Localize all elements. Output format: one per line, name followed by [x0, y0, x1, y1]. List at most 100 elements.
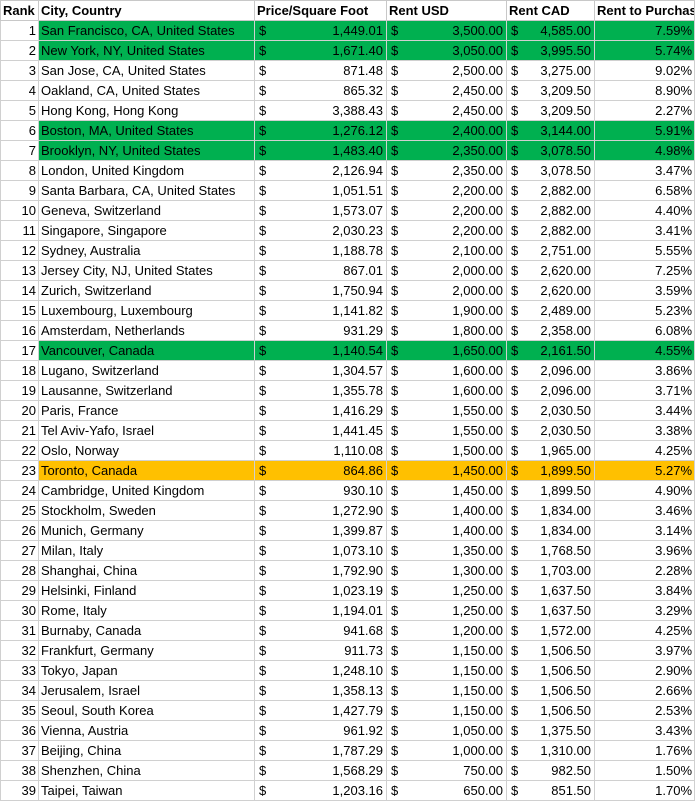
rent-cad-cell[interactable]: 1,768.50 — [526, 540, 596, 561]
currency-symbol[interactable]: $ — [506, 40, 527, 61]
rank-cell[interactable]: 7 — [0, 140, 39, 161]
currency-symbol[interactable]: $ — [506, 760, 527, 781]
currency-symbol[interactable]: $ — [386, 360, 407, 381]
rank-cell[interactable]: 1 — [0, 20, 39, 41]
rent-to-purchase-cell[interactable]: 8.90% — [594, 80, 695, 101]
rent-cad-cell[interactable]: 1,899.50 — [526, 460, 596, 481]
rent-to-purchase-cell[interactable]: 9.02% — [594, 60, 695, 81]
city-cell[interactable]: Helsinki, Finland — [38, 580, 255, 601]
currency-symbol[interactable]: $ — [506, 80, 527, 101]
rent-cad-cell[interactable]: 1,572.00 — [526, 620, 596, 641]
city-cell[interactable]: Vancouver, Canada — [38, 340, 255, 361]
rank-cell[interactable]: 16 — [0, 320, 39, 341]
rent-usd-cell[interactable]: 1,150.00 — [406, 700, 508, 721]
price-sqft-cell[interactable]: 1,203.16 — [274, 780, 387, 801]
rent-cad-cell[interactable]: 2,096.00 — [526, 360, 596, 381]
currency-symbol[interactable]: $ — [506, 460, 527, 481]
rank-cell[interactable]: 30 — [0, 600, 39, 621]
city-cell[interactable]: Shenzhen, China — [38, 760, 255, 781]
city-cell[interactable]: Seoul, South Korea — [38, 700, 255, 721]
rank-cell[interactable]: 12 — [0, 240, 39, 261]
rent-usd-cell[interactable]: 2,400.00 — [406, 120, 508, 141]
rank-cell[interactable]: 26 — [0, 520, 39, 541]
currency-symbol[interactable]: $ — [386, 300, 407, 321]
currency-symbol[interactable]: $ — [386, 700, 407, 721]
currency-symbol[interactable]: $ — [386, 580, 407, 601]
city-cell[interactable]: Cambridge, United Kingdom — [38, 480, 255, 501]
rent-to-purchase-cell[interactable]: 4.40% — [594, 200, 695, 221]
rent-to-purchase-cell[interactable]: 3.29% — [594, 600, 695, 621]
price-sqft-cell[interactable]: 961.92 — [274, 720, 387, 741]
price-sqft-cell[interactable]: 930.10 — [274, 480, 387, 501]
currency-symbol[interactable]: $ — [254, 100, 275, 121]
currency-symbol[interactable]: $ — [506, 640, 527, 661]
currency-symbol[interactable]: $ — [506, 440, 527, 461]
rent-usd-cell[interactable]: 1,450.00 — [406, 460, 508, 481]
currency-symbol[interactable]: $ — [254, 20, 275, 41]
rent-to-purchase-cell[interactable]: 5.23% — [594, 300, 695, 321]
currency-symbol[interactable]: $ — [386, 560, 407, 581]
currency-symbol[interactable]: $ — [386, 660, 407, 681]
city-cell[interactable]: Frankfurt, Germany — [38, 640, 255, 661]
price-sqft-cell[interactable]: 1,304.57 — [274, 360, 387, 381]
price-sqft-cell[interactable]: 1,194.01 — [274, 600, 387, 621]
currency-symbol[interactable]: $ — [506, 520, 527, 541]
rent-usd-cell[interactable]: 1,550.00 — [406, 420, 508, 441]
currency-symbol[interactable]: $ — [386, 220, 407, 241]
city-cell[interactable]: Jersey City, NJ, United States — [38, 260, 255, 281]
rank-cell[interactable]: 11 — [0, 220, 39, 241]
rank-cell[interactable]: 28 — [0, 560, 39, 581]
rent-cad-cell[interactable]: 1,506.50 — [526, 680, 596, 701]
currency-symbol[interactable]: $ — [254, 660, 275, 681]
currency-symbol[interactable]: $ — [254, 420, 275, 441]
currency-symbol[interactable]: $ — [254, 140, 275, 161]
currency-symbol[interactable]: $ — [506, 140, 527, 161]
price-sqft-cell[interactable]: 1,792.90 — [274, 560, 387, 581]
currency-symbol[interactable]: $ — [386, 760, 407, 781]
currency-symbol[interactable]: $ — [386, 640, 407, 661]
price-sqft-cell[interactable]: 1,787.29 — [274, 740, 387, 761]
rent-to-purchase-cell[interactable]: 3.41% — [594, 220, 695, 241]
currency-symbol[interactable]: $ — [506, 360, 527, 381]
rent-usd-cell[interactable]: 750.00 — [406, 760, 508, 781]
rent-to-purchase-cell[interactable]: 3.97% — [594, 640, 695, 661]
rent-cad-cell[interactable]: 2,882.00 — [526, 200, 596, 221]
currency-symbol[interactable]: $ — [254, 180, 275, 201]
currency-symbol[interactable]: $ — [254, 500, 275, 521]
currency-symbol[interactable]: $ — [386, 680, 407, 701]
rent-cad-cell[interactable]: 1,703.00 — [526, 560, 596, 581]
currency-symbol[interactable]: $ — [254, 160, 275, 181]
rent-usd-cell[interactable]: 3,050.00 — [406, 40, 508, 61]
city-cell[interactable]: Burnaby, Canada — [38, 620, 255, 641]
rent-to-purchase-cell[interactable]: 6.08% — [594, 320, 695, 341]
rent-to-purchase-cell[interactable]: 3.46% — [594, 500, 695, 521]
rent-usd-cell[interactable]: 1,550.00 — [406, 400, 508, 421]
rank-cell[interactable]: 36 — [0, 720, 39, 741]
rent-usd-cell[interactable]: 1,400.00 — [406, 500, 508, 521]
currency-symbol[interactable]: $ — [254, 740, 275, 761]
rank-cell[interactable]: 4 — [0, 80, 39, 101]
rent-usd-cell[interactable]: 2,500.00 — [406, 60, 508, 81]
currency-symbol[interactable]: $ — [386, 480, 407, 501]
rent-to-purchase-cell[interactable]: 4.25% — [594, 620, 695, 641]
rent-to-purchase-cell[interactable]: 7.59% — [594, 20, 695, 41]
rent-to-purchase-cell[interactable]: 5.27% — [594, 460, 695, 481]
price-sqft-cell[interactable]: 1,399.87 — [274, 520, 387, 541]
currency-symbol[interactable]: $ — [506, 580, 527, 601]
currency-symbol[interactable]: $ — [254, 380, 275, 401]
city-cell[interactable]: Brooklyn, NY, United States — [38, 140, 255, 161]
rent-usd-cell[interactable]: 2,000.00 — [406, 280, 508, 301]
rent-cad-cell[interactable]: 2,030.50 — [526, 400, 596, 421]
city-cell[interactable]: Rome, Italy — [38, 600, 255, 621]
city-cell[interactable]: Jerusalem, Israel — [38, 680, 255, 701]
rent-usd-cell[interactable]: 1,000.00 — [406, 740, 508, 761]
currency-symbol[interactable]: $ — [506, 240, 527, 261]
city-cell[interactable]: Luxembourg, Luxembourg — [38, 300, 255, 321]
rank-cell[interactable]: 34 — [0, 680, 39, 701]
rent-cad-cell[interactable]: 2,030.50 — [526, 420, 596, 441]
rent-cad-cell[interactable]: 3,995.50 — [526, 40, 596, 61]
price-sqft-cell[interactable]: 1,110.08 — [274, 440, 387, 461]
price-sqft-cell[interactable]: 941.68 — [274, 620, 387, 641]
currency-symbol[interactable]: $ — [386, 540, 407, 561]
rent-usd-cell[interactable]: 2,200.00 — [406, 200, 508, 221]
